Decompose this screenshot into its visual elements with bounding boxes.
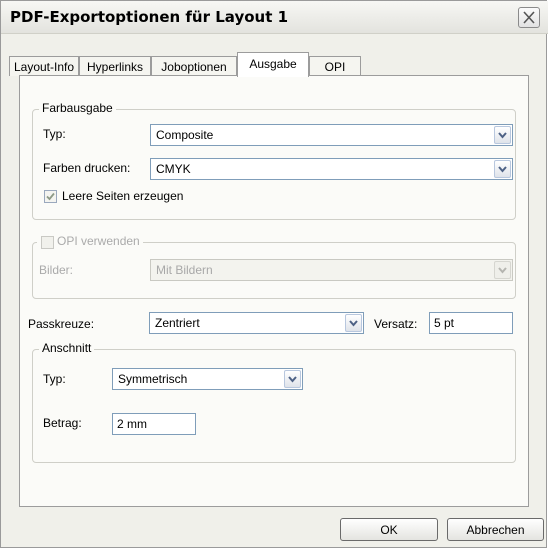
- betrag-label: Betrag:: [43, 416, 82, 430]
- tab-hyperlinks[interactable]: Hyperlinks: [79, 56, 151, 76]
- anschnitt-legend: Anschnitt: [39, 341, 95, 355]
- ok-label: OK: [380, 523, 398, 537]
- betrag-value: 2 mm: [117, 417, 147, 431]
- abbrechen-label: Abbrechen: [466, 523, 525, 537]
- tab-panel-ausgabe: Farbausgabe Typ: Composite Farben drucke…: [19, 75, 529, 507]
- bilder-dropdown[interactable]: Mit Bildern: [150, 259, 513, 281]
- leere-seiten-label: Leere Seiten erzeugen: [62, 189, 184, 203]
- tab-label: Hyperlinks: [86, 60, 143, 74]
- chevron-down-icon: [498, 166, 507, 173]
- farben-drucken-label: Farben drucken:: [43, 161, 131, 175]
- farbausgabe-legend: Farbausgabe: [39, 101, 116, 115]
- check-icon: [46, 192, 55, 201]
- versatz-input[interactable]: 5 pt: [429, 312, 513, 334]
- dropdown-arrow-button[interactable]: [345, 314, 362, 332]
- bilder-label: Bilder:: [39, 263, 74, 277]
- chevron-down-icon: [498, 267, 507, 274]
- dropdown-arrow-button[interactable]: [494, 160, 511, 178]
- tab-label: Layout-Info: [13, 60, 75, 74]
- dropdown-arrow-button[interactable]: [494, 126, 511, 144]
- typ-dropdown[interactable]: Composite: [150, 124, 513, 146]
- chevron-down-icon: [498, 132, 507, 139]
- dialog-title: PDF-Exportoptionen für Layout 1: [10, 8, 289, 26]
- betrag-input[interactable]: 2 mm: [112, 413, 196, 435]
- close-icon: [523, 11, 535, 24]
- farben-drucken-value: CMYK: [156, 162, 191, 176]
- ok-button[interactable]: OK: [340, 518, 438, 541]
- tab-label: Joboptionen: [161, 60, 227, 74]
- dropdown-arrow-button[interactable]: [494, 261, 511, 279]
- opi-verwenden-checkbox[interactable]: [41, 236, 54, 249]
- typ-value: Composite: [156, 128, 214, 142]
- typ-label: Typ:: [43, 127, 66, 141]
- leere-seiten-checkbox[interactable]: [44, 190, 57, 203]
- abbrechen-button[interactable]: Abbrechen: [447, 518, 544, 541]
- farbausgabe-group: Farbausgabe Typ: Composite Farben drucke…: [32, 101, 516, 220]
- dropdown-arrow-button[interactable]: [284, 370, 301, 388]
- tab-joboptionen[interactable]: Joboptionen: [151, 56, 237, 76]
- tab-layout-info[interactable]: Layout-Info: [9, 56, 79, 76]
- chevron-down-icon: [288, 376, 297, 383]
- versatz-label: Versatz:: [374, 317, 418, 331]
- passkreuze-label: Passkreuze:: [28, 317, 95, 331]
- anschnitt-typ-value: Symmetrisch: [118, 372, 188, 386]
- tab-label: Ausgabe: [249, 57, 297, 71]
- dialog-window: PDF-Exportoptionen für Layout 1 Layout-I…: [0, 0, 548, 548]
- anschnitt-group: Anschnitt Typ: Symmetrisch Betrag: 2 mm: [32, 341, 516, 463]
- versatz-value: 5 pt: [434, 316, 455, 330]
- opi-group: OPI verwenden Bilder: Mit Bildern: [32, 234, 516, 299]
- tab-ausgabe[interactable]: Ausgabe: [237, 52, 309, 77]
- passkreuze-dropdown[interactable]: Zentriert: [149, 312, 364, 334]
- passkreuze-value: Zentriert: [155, 316, 200, 330]
- farben-drucken-dropdown[interactable]: CMYK: [150, 158, 513, 180]
- tab-opi[interactable]: OPI: [309, 56, 361, 76]
- anschnitt-typ-dropdown[interactable]: Symmetrisch: [112, 368, 303, 390]
- anschnitt-typ-label: Typ:: [43, 372, 66, 386]
- bilder-value: Mit Bildern: [156, 263, 213, 277]
- chevron-down-icon: [349, 320, 358, 327]
- title-bar[interactable]: PDF-Exportoptionen für Layout 1: [1, 1, 548, 34]
- close-button[interactable]: [518, 7, 540, 28]
- tab-label: OPI: [324, 60, 346, 74]
